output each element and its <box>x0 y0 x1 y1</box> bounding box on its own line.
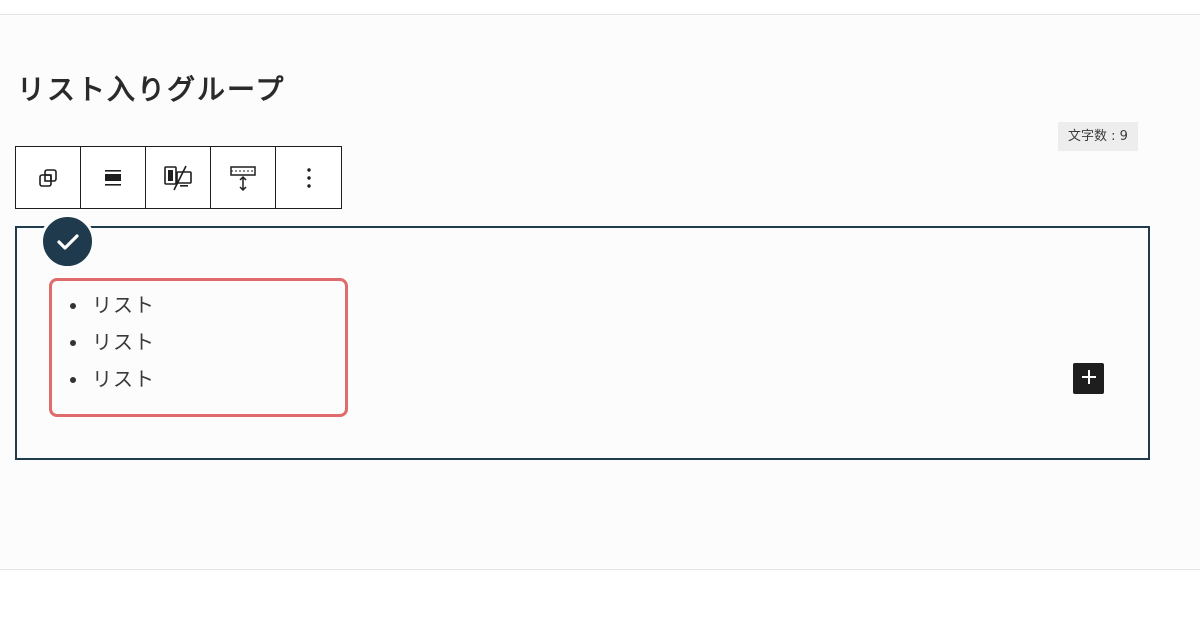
spacing-icon <box>228 163 258 193</box>
align-wide-icon <box>101 166 125 190</box>
character-count-badge: 文字数 : 9 <box>1058 122 1138 151</box>
group-block-button[interactable] <box>16 147 81 208</box>
bullet-icon <box>70 376 76 383</box>
device-visibility-icon <box>162 164 194 192</box>
bullet-list: リスト リスト リスト <box>70 287 155 398</box>
plus-icon <box>1081 369 1097 389</box>
block-toolbar <box>15 146 342 209</box>
bullet-icon <box>70 302 76 309</box>
page-title[interactable]: リスト入りグループ <box>17 68 285 108</box>
group-block-icon <box>36 166 60 190</box>
list-block[interactable]: リスト リスト リスト <box>49 278 348 417</box>
list-item[interactable]: リスト <box>70 361 155 398</box>
device-visibility-button[interactable] <box>146 147 211 208</box>
spacing-button[interactable] <box>211 147 276 208</box>
more-options-button[interactable] <box>276 147 341 208</box>
bullet-icon <box>70 339 76 346</box>
align-button[interactable] <box>81 147 146 208</box>
more-options-icon <box>306 167 312 189</box>
list-item-text: リスト <box>92 293 155 317</box>
list-item[interactable]: リスト <box>70 287 155 324</box>
selected-check-icon <box>40 214 95 269</box>
add-block-button[interactable] <box>1073 363 1104 394</box>
list-item-text: リスト <box>92 367 155 391</box>
list-item-text: リスト <box>92 330 155 354</box>
list-item[interactable]: リスト <box>70 324 155 361</box>
